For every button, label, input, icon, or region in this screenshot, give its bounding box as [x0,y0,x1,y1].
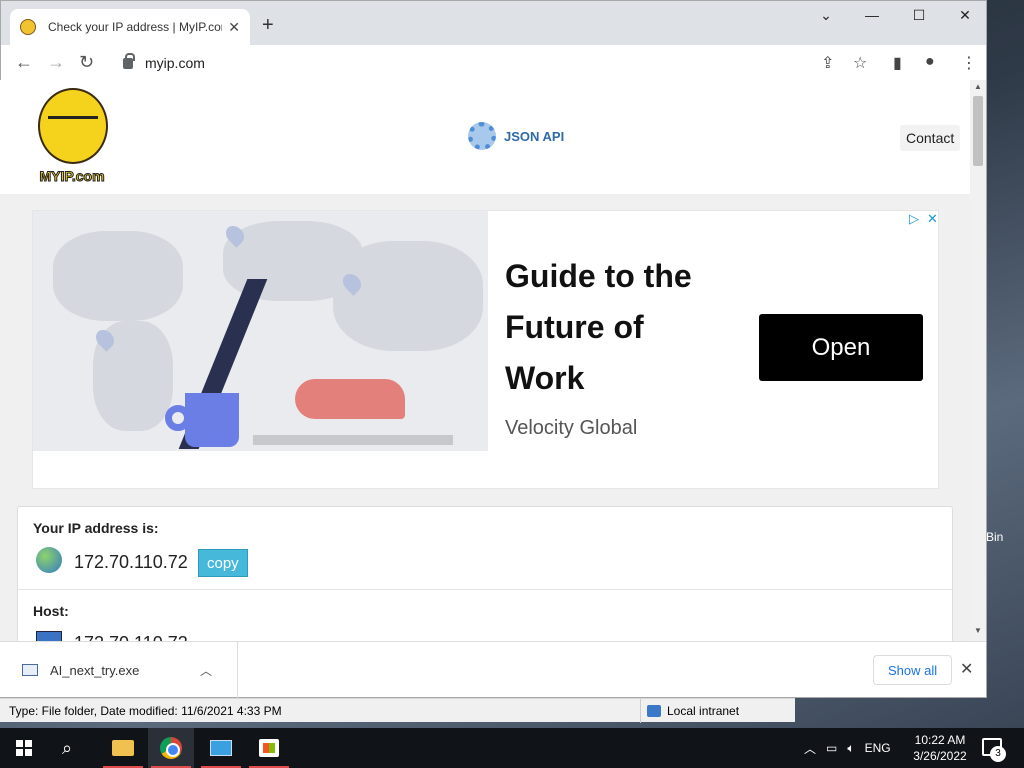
back-button[interactable]: ← [15,53,33,71]
show-all-button[interactable]: Show all [873,655,953,685]
intranet-icon [647,705,661,717]
store-icon [259,739,279,757]
laptop-base [253,435,453,445]
map-continent [53,231,183,321]
chrome-icon [160,737,182,759]
hand-illustration [295,379,405,419]
recycle-bin-label[interactable]: Bin [986,530,1003,544]
adchoices-icon[interactable]: ▷ [909,211,919,227]
ad-open-button[interactable]: Open [759,314,923,381]
json-api-label: JSON API [504,128,565,144]
card-divider [18,589,952,590]
new-tab-button[interactable]: + [262,15,274,35]
tab-search-icon[interactable]: ⌄ [811,7,841,24]
site-header: MYIP.com JSON API Contact [0,80,970,194]
explorer-status-text: Type: File folder, Date modified: 11/6/2… [9,704,282,718]
lock-icon[interactable] [123,52,135,69]
ad-headline[interactable]: Guide to the Future of Work [505,251,725,404]
store-taskbar-button[interactable] [246,728,292,768]
ad-illustration [33,211,488,451]
ip-address-value: 172.70.110.72 [74,552,188,572]
windows-start-icon[interactable] [16,740,32,756]
minimize-button[interactable]: — [857,7,887,23]
download-file-name[interactable]: AI_next_try.exe [50,663,200,678]
exe-file-icon [22,664,38,676]
host-value: 172.70.110.72 [74,633,188,641]
browser-titlebar: Check your IP address | MyIP.com ✕ + ⌄ —… [1,1,986,45]
url-text[interactable]: myip.com [145,55,205,71]
chevron-up-icon[interactable]: ︿ [200,662,212,679]
scroll-up-icon[interactable]: ▲ [974,82,982,91]
file-explorer-taskbar-button[interactable] [100,728,146,768]
monitor-icon [210,740,232,756]
map-continent [333,241,483,351]
system-tray: ︿ ▭ 🔈︎ ENG [804,728,891,768]
browser-toolbar: ← → ↻ myip.com ⇪ ☆ ▮ ● ⋮ [1,45,986,81]
taskbar: ⌕ ︿ ▭ 🔈︎ ENG 10:22 AM 3/26/2022 3 [0,728,1024,768]
network-icon[interactable]: ▭ [826,741,837,755]
reload-button[interactable]: ↻ [79,53,94,71]
page-scrollbar[interactable]: ▲ ▼ [970,80,986,641]
address-bar[interactable]: myip.com [113,50,873,76]
ad-brand[interactable]: Velocity Global [505,417,637,440]
host-label: Host: [33,603,69,619]
mug-icon [185,393,239,447]
ip-info-card: Your IP address is: 172.70.110.72 copy H… [17,506,953,641]
close-window-button[interactable]: ✕ [950,7,980,24]
folder-icon [112,740,134,756]
bookmark-star-icon[interactable]: ☆ [853,53,867,73]
chrome-taskbar-button[interactable] [148,728,194,768]
download-shelf: AI_next_try.exe ︿ Show all ✕ [0,641,986,698]
clock-time: 10:22 AM [914,733,966,747]
tab-close-icon[interactable]: ✕ [228,19,240,36]
site-logo[interactable]: MYIP.com [32,86,112,186]
search-icon[interactable]: ⌕ [62,738,72,759]
computer-icon [36,631,62,641]
logo-text: MYIP.com [39,168,105,185]
explorer-status-bar: Type: File folder, Date modified: 11/6/2… [0,698,795,723]
close-download-shelf-icon[interactable]: ✕ [960,659,973,679]
mascot-glasses-icon [48,116,98,130]
gear-icon [468,122,496,150]
security-zone: Local intranet [640,699,790,723]
profile-avatar-icon[interactable]: ● [925,53,935,71]
site-favicon-icon [20,19,36,35]
ad-close-icon[interactable]: ✕ [927,211,938,227]
scroll-thumb[interactable] [973,96,983,166]
share-icon[interactable]: ⇪ [821,53,834,73]
ip-address-label: Your IP address is: [33,520,159,536]
copy-ip-button[interactable]: copy [198,549,248,577]
json-api-link[interactable]: JSON API [468,122,564,150]
menu-kebab-icon[interactable]: ⋮ [961,53,977,73]
input-language[interactable]: ENG [865,741,891,755]
zone-label: Local intranet [667,704,740,718]
globe-icon [36,547,62,573]
tab-title: Check your IP address | MyIP.com [48,20,223,34]
chevron-up-icon[interactable]: ︿ [804,740,816,757]
system-clock[interactable]: 10:22 AM 3/26/2022 [908,732,972,764]
notification-count-badge: 3 [990,746,1006,762]
scroll-down-icon[interactable]: ▼ [974,626,982,635]
clock-date: 3/26/2022 [913,749,967,763]
browser-tab[interactable]: Check your IP address | MyIP.com ✕ [10,9,250,45]
control-panel-taskbar-button[interactable] [198,728,244,768]
side-panel-icon[interactable]: ▮ [893,53,902,73]
volume-icon[interactable]: 🔈︎ [847,741,854,756]
download-item[interactable]: AI_next_try.exe ︿ [10,642,238,698]
advertisement[interactable]: Guide to the Future of Work Velocity Glo… [32,210,939,489]
maximize-button[interactable]: ☐ [904,7,934,24]
contact-button[interactable]: Contact [900,125,961,151]
forward-button[interactable]: → [47,53,65,71]
page-viewport: MYIP.com JSON API Contact Guide to the F… [0,80,970,641]
